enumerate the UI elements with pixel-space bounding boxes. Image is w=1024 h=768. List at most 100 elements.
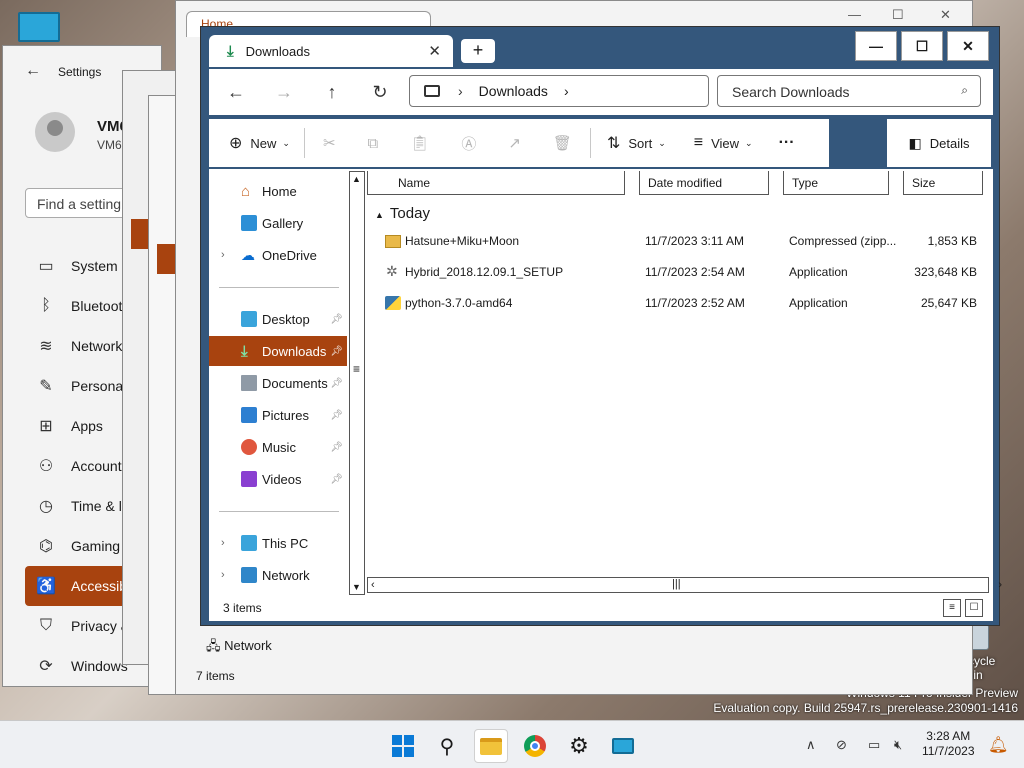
up-icon[interactable]: ↑ xyxy=(317,77,347,107)
horizontal-scrollbar[interactable]: ‹ ||| › xyxy=(367,577,1002,593)
settings-gear-icon[interactable]: ⚙ xyxy=(562,729,596,763)
nav-item-home[interactable]: ⌂ Home xyxy=(209,176,347,206)
file-explorer-taskbar-icon[interactable] xyxy=(474,729,508,763)
refresh-icon[interactable]: ↻ xyxy=(365,77,395,107)
rename-button[interactable]: Ⓐ xyxy=(461,133,476,154)
view-toggle: ≡ ☐ xyxy=(943,599,983,617)
view-button[interactable]: ≡ View ⌄ xyxy=(694,134,753,152)
column-header-size[interactable]: Size xyxy=(903,171,983,195)
paste-button[interactable]: 📋︎ xyxy=(410,134,429,152)
maximize-button[interactable]: ☐ xyxy=(901,31,943,61)
column-header-date-modified[interactable]: Date modified xyxy=(639,171,769,195)
divider xyxy=(219,287,339,288)
nav-item-music[interactable]: Music 📌︎ xyxy=(209,432,347,462)
column-header-name[interactable]: Name xyxy=(367,171,625,195)
volume-muted-icon[interactable]: 🔇︎ xyxy=(894,737,902,753)
breadcrumb-downloads[interactable]: Downloads xyxy=(479,83,548,99)
table-row[interactable]: python-3.7.0-amd64 11/7/2023 2:52 AM App… xyxy=(367,289,993,317)
back-icon[interactable]: ← xyxy=(221,77,251,107)
vertical-scrollbar[interactable]: ▲ ≡ ▼ xyxy=(349,171,365,595)
taskbar: ⚲ ⚙ ∧ ⊘ ▭ 🔇︎ 3:28 AM 11/7/2023 🔔︎ xyxy=(0,720,1024,768)
system-clock[interactable]: 3:28 AM 11/7/2023 xyxy=(922,729,975,759)
search-icon[interactable]: ⚲ xyxy=(430,729,464,763)
monitor-icon xyxy=(612,738,634,754)
details-button[interactable]: ◧ Details xyxy=(887,119,991,167)
nav-label: Downloads xyxy=(262,343,327,359)
cut-button[interactable]: ✂ xyxy=(323,134,336,152)
this-pc-icon xyxy=(424,85,440,97)
windows-logo-icon xyxy=(392,735,414,757)
notification-bell-icon[interactable]: 🔔︎ xyxy=(988,735,1008,755)
background-nav-network[interactable]: 🖧 Network xyxy=(206,637,272,659)
scroll-thumb[interactable]: ≡ xyxy=(353,362,360,376)
pin-icon[interactable]: 📌︎ xyxy=(330,474,343,485)
collapse-icon[interactable]: ▲ xyxy=(375,210,384,220)
scroll-down-icon[interactable]: ▼ xyxy=(352,582,361,592)
table-row[interactable]: Hatsune+Miku+Moon 11/7/2023 3:11 AM Comp… xyxy=(367,227,993,255)
chevron-right-icon[interactable]: › xyxy=(221,537,225,549)
new-tab-button[interactable]: + xyxy=(461,39,495,63)
nav-item-onedrive[interactable]: › ☁ OneDrive xyxy=(209,240,347,270)
close-tab-icon[interactable]: ✕ xyxy=(428,42,441,60)
nav-item-this-pc[interactable]: › This PC xyxy=(209,528,347,558)
clock-date: 11/7/2023 xyxy=(922,744,975,758)
column-header-type[interactable]: Type xyxy=(783,171,889,195)
nav-item-gallery[interactable]: Gallery xyxy=(209,208,347,238)
close-icon[interactable]: ✕ xyxy=(940,7,951,23)
sort-button[interactable]: ⇅ Sort ⌄ xyxy=(607,133,666,153)
nav-item-pictures[interactable]: Pictures 📌︎ xyxy=(209,400,347,430)
nav-item-desktop[interactable]: Desktop 📌︎ xyxy=(209,304,347,334)
details-view-icon[interactable]: ≡ xyxy=(943,599,961,617)
clock-globe-icon: ◷ xyxy=(39,498,53,515)
nav-item-network[interactable]: › Network xyxy=(209,560,347,590)
start-button[interactable] xyxy=(386,729,420,763)
column-label: Name xyxy=(398,175,431,190)
pin-icon[interactable]: 📌︎ xyxy=(330,314,343,325)
back-arrow-icon[interactable]: ← xyxy=(25,62,41,80)
display-icon[interactable]: ▭ xyxy=(868,737,880,753)
scroll-left-icon[interactable]: ‹ xyxy=(371,579,375,591)
chevron-right-icon[interactable]: › xyxy=(221,569,225,581)
pin-icon[interactable]: 📌︎ xyxy=(330,410,343,421)
chrome-icon[interactable] xyxy=(518,729,552,763)
copy-button[interactable]: ⧉ xyxy=(368,135,379,152)
scroll-up-icon[interactable]: ▲ xyxy=(352,174,361,184)
close-button[interactable]: ✕ xyxy=(947,31,989,61)
table-row[interactable]: ✲ Hybrid_2018.12.09.1_SETUP 11/7/2023 2:… xyxy=(367,258,993,286)
scroll-right-icon[interactable]: › xyxy=(998,579,1002,591)
maximize-icon[interactable]: ☐ xyxy=(892,7,904,23)
nav-item-downloads[interactable]: ⤓ Downloads 📌︎ xyxy=(209,336,347,366)
nav-item-documents[interactable]: Documents 📌︎ xyxy=(209,368,347,398)
chevron-up-icon[interactable]: ∧ xyxy=(806,737,816,753)
avatar[interactable] xyxy=(35,112,75,152)
pin-icon[interactable]: 📌︎ xyxy=(330,346,343,357)
new-button[interactable]: ⊕ New ⌄ xyxy=(229,133,290,153)
chevron-right-icon[interactable]: › xyxy=(458,83,463,99)
tab-downloads[interactable]: ⤓ Downloads ✕ xyxy=(209,35,453,67)
search-input[interactable]: Search Downloads ⌕ xyxy=(717,75,981,107)
nav-label: Accessib xyxy=(71,578,128,594)
minimize-icon[interactable]: — xyxy=(848,7,861,22)
pin-icon[interactable]: 📌︎ xyxy=(330,442,343,453)
group-header-today[interactable]: ▲ Today xyxy=(375,205,430,222)
chevron-right-icon[interactable]: › xyxy=(221,249,225,261)
nav-item-videos[interactable]: Videos 📌︎ xyxy=(209,464,347,494)
nav-label: OneDrive xyxy=(262,247,317,263)
remote-desktop-icon[interactable] xyxy=(606,729,640,763)
nav-label: Windows xyxy=(71,658,128,674)
sort-icon: ⇅ xyxy=(606,135,621,152)
minimize-button[interactable]: — xyxy=(855,31,897,61)
chevron-right-icon[interactable]: › xyxy=(564,83,569,99)
network-status-icon[interactable]: ⊘ xyxy=(836,737,847,753)
tiles-view-icon[interactable]: ☐ xyxy=(965,599,983,617)
more-options-button[interactable]: ··· xyxy=(779,134,795,152)
pin-icon[interactable]: 📌︎ xyxy=(330,378,343,389)
address-input[interactable]: › Downloads › xyxy=(409,75,709,107)
delete-button[interactable]: 🗑︎ xyxy=(553,134,572,152)
desktop-icon xyxy=(241,311,257,327)
share-button[interactable]: ↗ xyxy=(508,134,521,152)
desktop-monitor-icon[interactable] xyxy=(18,12,60,42)
copy-icon: ⧉ xyxy=(367,134,379,152)
forward-icon[interactable]: → xyxy=(269,77,299,107)
scroll-thumb[interactable]: ||| xyxy=(672,578,681,590)
